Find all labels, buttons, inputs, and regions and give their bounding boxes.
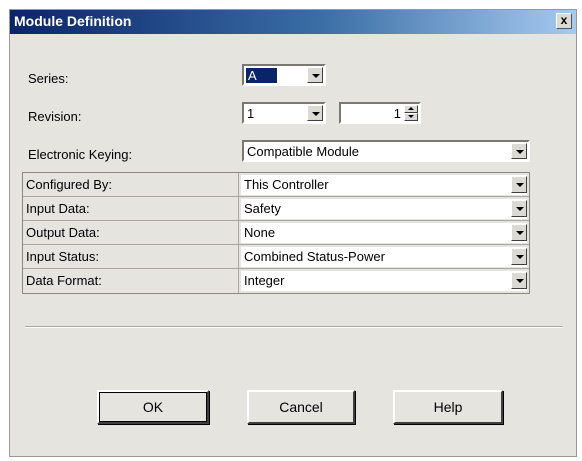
help-button-label: Help [433,399,463,415]
grid-divider [238,197,239,220]
data-format-select[interactable]: Integer [241,271,527,291]
title-bar[interactable]: Module Definition x [10,10,576,34]
series-select[interactable]: A [242,64,326,86]
series-label: Series: [28,71,69,86]
revision-minor-spinner[interactable]: 1 [339,102,421,124]
grid-label: Configured By: [26,177,112,192]
module-properties-grid: Configured By: This Controller Input Dat… [22,172,530,294]
grid-row-input-data: Input Data: Safety [23,197,529,221]
grid-value: Combined Status-Power [244,249,385,264]
electronic-keying-select[interactable]: Compatible Module [242,140,530,162]
horizontal-separator [25,326,563,328]
grid-label: Output Data: [26,225,100,240]
close-button[interactable]: x [556,13,572,29]
configured-by-select[interactable]: This Controller [241,175,527,195]
grid-label: Input Status: [26,249,99,264]
output-data-select[interactable]: None [241,223,527,243]
revision-major-value: 1 [247,106,255,121]
help-button[interactable]: Help [393,390,503,424]
cancel-button-label: Cancel [279,399,323,415]
revision-label: Revision: [28,109,82,124]
cancel-button[interactable]: Cancel [247,390,355,424]
spin-up-icon[interactable] [404,105,418,113]
chevron-down-icon[interactable] [511,143,527,159]
grid-divider [238,269,239,293]
grid-divider [238,173,239,196]
grid-value: None [244,225,276,240]
dialog-title: Module Definition [14,13,132,29]
chevron-down-icon[interactable] [307,67,323,83]
chevron-down-icon[interactable] [511,272,527,289]
chevron-down-icon[interactable] [511,176,527,193]
grid-row-data-format: Data Format: Integer [23,269,529,293]
grid-row-output-data: Output Data: None [23,221,529,245]
input-status-select[interactable]: Combined Status-Power [241,247,527,267]
chevron-down-icon[interactable] [511,224,527,241]
revision-minor-value: 1 [393,106,401,121]
grid-label: Data Format: [26,273,102,288]
grid-label: Input Data: [26,201,90,216]
revision-major-select[interactable]: 1 [242,102,326,124]
electronic-keying-value: Compatible Module [247,144,360,159]
grid-value: Integer [244,273,285,288]
close-icon: x [560,13,568,27]
grid-value: Safety [244,201,281,216]
grid-divider [238,221,239,244]
chevron-down-icon[interactable] [307,105,323,121]
ok-button[interactable]: OK [97,390,209,424]
ok-button-label: OK [142,399,164,415]
series-value: A [246,68,277,83]
input-data-select[interactable]: Safety [241,199,527,219]
chevron-down-icon[interactable] [511,200,527,217]
grid-row-configured-by: Configured By: This Controller [23,173,529,197]
grid-divider [238,245,239,268]
grid-value: This Controller [244,177,329,192]
chevron-down-icon[interactable] [511,248,527,265]
grid-row-input-status: Input Status: Combined Status-Power [23,245,529,269]
electronic-keying-label: Electronic Keying: [28,147,133,162]
spin-down-icon[interactable] [404,113,418,121]
